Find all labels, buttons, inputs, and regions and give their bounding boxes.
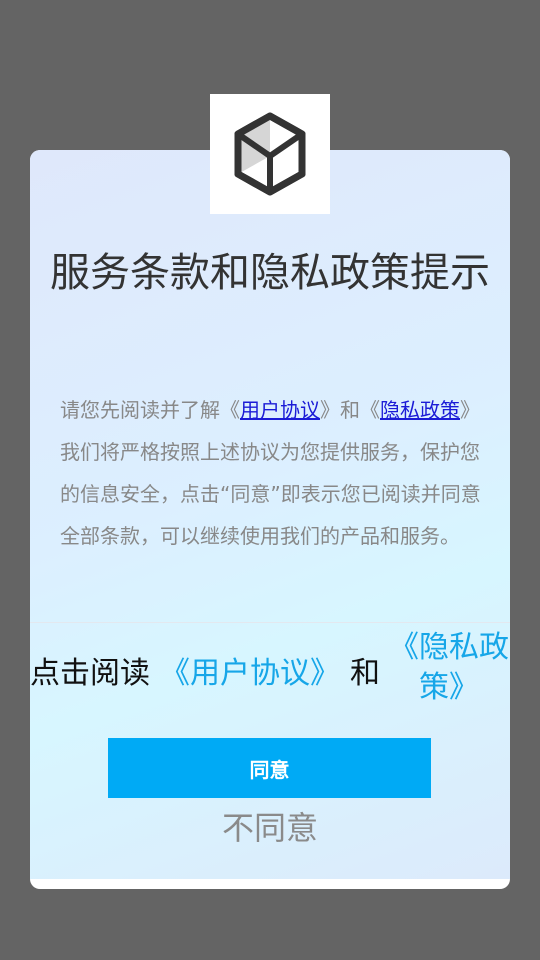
app-logo (210, 94, 330, 214)
dialog-body-text: 请您先阅读并了解《用户协议》和《隐私政策》我们将严格按照上述协议为您提供服务，保… (60, 389, 485, 557)
privacy-policy-link[interactable]: 《隐私政策》 (388, 628, 510, 708)
and-label: 和 (350, 656, 380, 691)
agree-button[interactable]: 同意 (108, 738, 431, 798)
user-agreement-link[interactable]: 《用户协议》 (160, 648, 340, 692)
divider (30, 622, 510, 623)
user-agreement-inline-link[interactable]: 用户协议 (240, 398, 320, 422)
body-text-part1: 请您先阅读并了解《 (60, 398, 240, 422)
read-agreements-line: 点击阅读 《用户协议》 和 《隐私政策》 (30, 628, 510, 712)
privacy-policy-inline-link[interactable]: 隐私政策 (380, 398, 460, 422)
read-prefix-label: 点击阅读 (30, 656, 150, 691)
dialog-title: 服务条款和隐私政策提示 (50, 250, 490, 296)
body-text-part2: 》和《 (320, 398, 380, 422)
disagree-button[interactable]: 不同意 (30, 806, 510, 850)
cube-icon (234, 112, 306, 196)
